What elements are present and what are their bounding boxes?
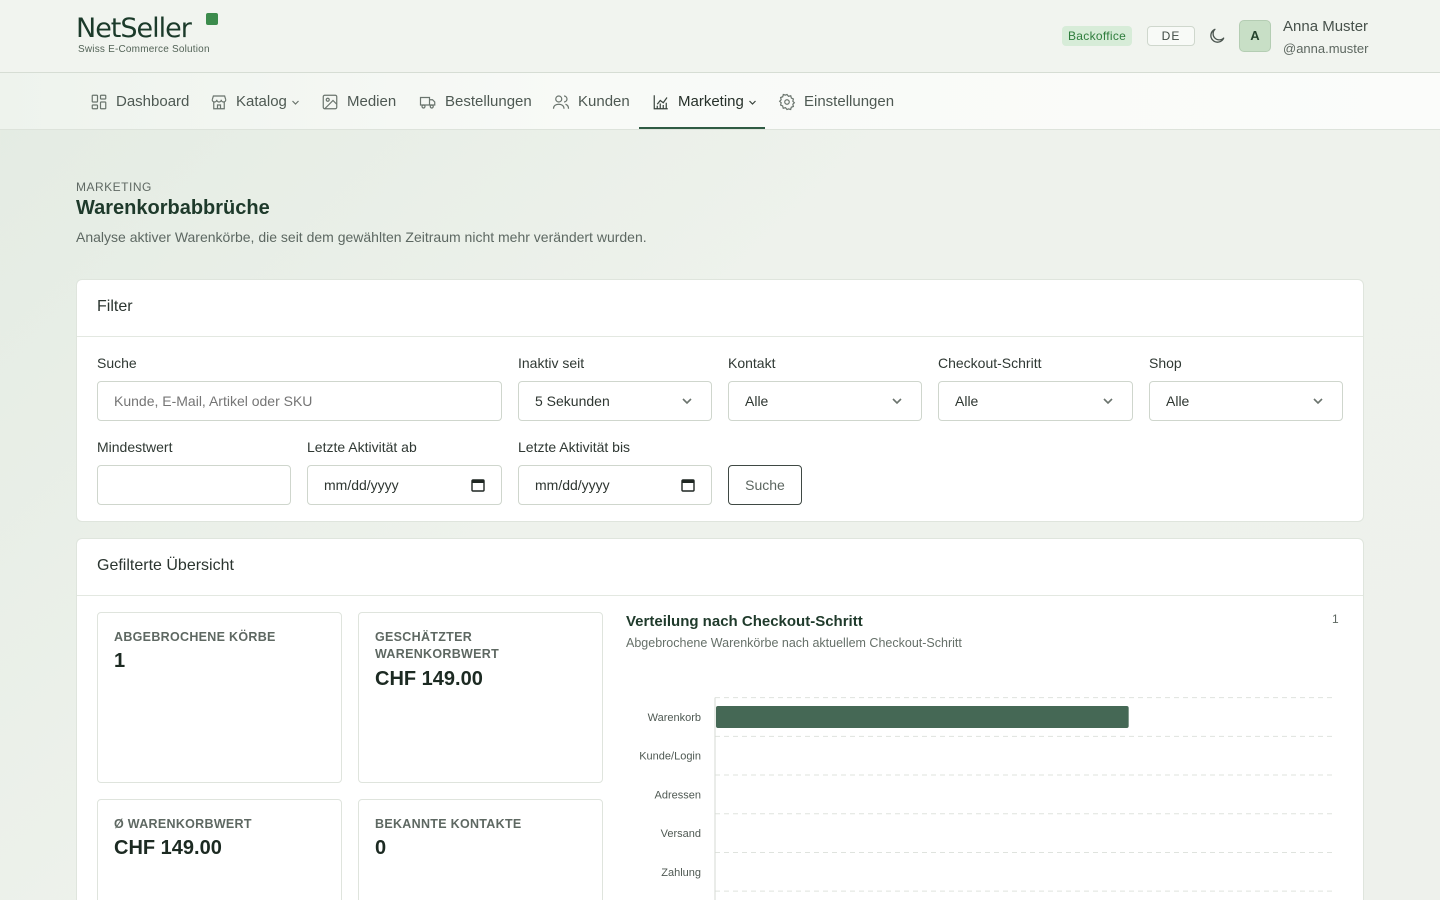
chevron-down-icon <box>748 100 756 105</box>
netseller-logo[interactable]: NetSeller Swiss E-Commerce Solution <box>76 12 226 58</box>
chevron-down-icon <box>1313 398 1323 405</box>
nav-label: Einstellungen <box>804 93 895 110</box>
chevron-down-icon <box>892 398 902 405</box>
date-value: mm/dd/yyyy <box>324 477 399 493</box>
last-activity-to-label: Letzte Aktivität bis <box>518 439 631 455</box>
select-value: 5 Sekunden <box>535 393 610 409</box>
chart-subtitle: Abgebrochene Warenkörbe nach aktuellem C… <box>626 636 962 650</box>
chart-count: 1 <box>1332 612 1339 626</box>
stat-known-contacts: BEKANNTE KONTAKTE 0 <box>358 799 603 900</box>
search-label: Suche <box>97 355 137 371</box>
page-description: Analyse aktiver Warenkörbe, die seit dem… <box>76 229 647 245</box>
tick-label: Versand <box>661 828 701 840</box>
min-value-input[interactable] <box>97 465 291 505</box>
backoffice-badge: Backoffice <box>1062 26 1133 46</box>
gear-icon <box>778 93 796 110</box>
nav-label: Marketing <box>678 93 744 110</box>
checkout-step-select[interactable]: Alle <box>938 381 1133 421</box>
image-icon <box>322 94 338 109</box>
overview-card: Gefilterte Übersicht ABGEBROCHENE KÖRBE … <box>76 538 1364 900</box>
stat-value: CHF 149.00 <box>375 668 483 690</box>
chart-title: Verteilung nach Checkout-Schritt <box>626 613 863 630</box>
last-activity-from-label: Letzte Aktivität ab <box>307 439 417 455</box>
moon-icon[interactable] <box>1207 26 1227 46</box>
chart-icon <box>653 94 668 109</box>
stat-label: BEKANNTE KONTAKTE <box>375 817 522 831</box>
users-icon <box>552 94 570 109</box>
logo-leaf-icon <box>206 13 218 25</box>
overview-card-title: Gefilterte Übersicht <box>77 539 1363 596</box>
min-value-label: Mindestwert <box>97 439 173 455</box>
nav-item-medien[interactable]: Medien <box>321 73 396 130</box>
select-value: Alle <box>1166 393 1190 409</box>
nav-item-katalog[interactable]: Katalog <box>210 73 300 130</box>
language-switch-button[interactable]: DE <box>1147 26 1195 46</box>
checkout-step-label: Checkout-Schritt <box>938 355 1042 371</box>
stat-value: 0 <box>375 837 387 859</box>
nav-item-dashboard[interactable]: Dashboard <box>90 73 189 130</box>
select-value: Alle <box>955 393 979 409</box>
select-value: Alle <box>745 393 769 409</box>
user-handle: @anna.muster <box>1283 41 1369 56</box>
inactive-since-select[interactable]: 5 Sekunden <box>518 381 712 421</box>
stat-abandoned-carts: ABGEBROCHENE KÖRBE 1 <box>97 612 342 783</box>
tick-label: Warenkorb <box>648 712 701 724</box>
nav-label: Kunden <box>578 93 630 110</box>
chevron-down-icon <box>291 100 299 105</box>
tick-label: Kunde/Login <box>639 751 701 763</box>
stat-label: ABGEBROCHENE KÖRBE <box>114 630 276 644</box>
shop-label: Shop <box>1149 355 1182 371</box>
nav-label: Medien <box>347 93 397 110</box>
nav-item-einstellungen[interactable]: Einstellungen <box>778 73 894 130</box>
chevron-down-icon <box>682 398 692 405</box>
bar <box>716 706 1129 728</box>
stat-value: CHF 149.00 <box>114 837 222 859</box>
filter-card: Filter Suche Inaktiv seit 5 Sekunden Kon… <box>76 279 1364 522</box>
tick-label: Zahlung <box>661 867 701 879</box>
date-value: mm/dd/yyyy <box>535 477 610 493</box>
nav-label: Dashboard <box>116 93 190 110</box>
checkout-step-bar-chart: Warenkorb Kunde/Login Adressen Versand Zahlu… <box>639 697 1334 900</box>
calendar-icon[interactable] <box>471 478 485 492</box>
top-header: NetSeller Swiss E-Commerce Solution Back… <box>0 0 1440 73</box>
filter-card-title: Filter <box>77 280 1363 337</box>
calendar-icon[interactable] <box>681 478 695 492</box>
search-button[interactable]: Suche <box>728 465 802 505</box>
stat-estimated-cart-value: GESCHÄTZTER WARENKORBWERT CHF 149.00 <box>358 612 603 783</box>
breadcrumb: MARKETING <box>76 180 152 194</box>
stat-label: GESCHÄTZTER WARENKORBWERT <box>375 630 500 661</box>
stat-label: Ø WARENKORBWERT <box>114 817 252 831</box>
nav-item-marketing[interactable]: Marketing <box>652 73 757 130</box>
store-icon <box>211 94 227 109</box>
search-input[interactable] <box>97 381 502 421</box>
logo-text: NetSeller <box>76 13 192 44</box>
page-title: Warenkorbabbrüche <box>76 197 270 219</box>
tick-label: Adressen <box>655 789 701 801</box>
dashboard-icon <box>91 94 107 109</box>
chevron-down-icon <box>1103 398 1113 405</box>
user-name[interactable]: Anna Muster <box>1283 18 1368 35</box>
contact-select[interactable]: Alle <box>728 381 922 421</box>
active-tab-indicator <box>639 127 765 129</box>
nav-label: Katalog <box>236 93 287 110</box>
nav-label: Bestellungen <box>445 93 532 110</box>
inactive-since-label: Inaktiv seit <box>518 355 585 371</box>
stat-value: 1 <box>114 650 126 672</box>
nav-item-bestellungen[interactable]: Bestellungen <box>419 73 532 130</box>
shop-select[interactable]: Alle <box>1149 381 1343 421</box>
last-activity-to-input[interactable]: mm/dd/yyyy <box>518 465 712 505</box>
main-navigation: Dashboard Katalog Medien Bestellungen Ku… <box>0 73 1440 130</box>
nav-item-kunden[interactable]: Kunden <box>552 73 630 130</box>
contact-label: Kontakt <box>728 355 776 371</box>
last-activity-from-input[interactable]: mm/dd/yyyy <box>307 465 502 505</box>
logo-subtitle: Swiss E-Commerce Solution <box>78 44 210 55</box>
avatar[interactable]: A <box>1239 20 1271 52</box>
truck-icon <box>419 96 436 109</box>
stat-average-cart-value: Ø WARENKORBWERT CHF 149.00 <box>97 799 342 900</box>
